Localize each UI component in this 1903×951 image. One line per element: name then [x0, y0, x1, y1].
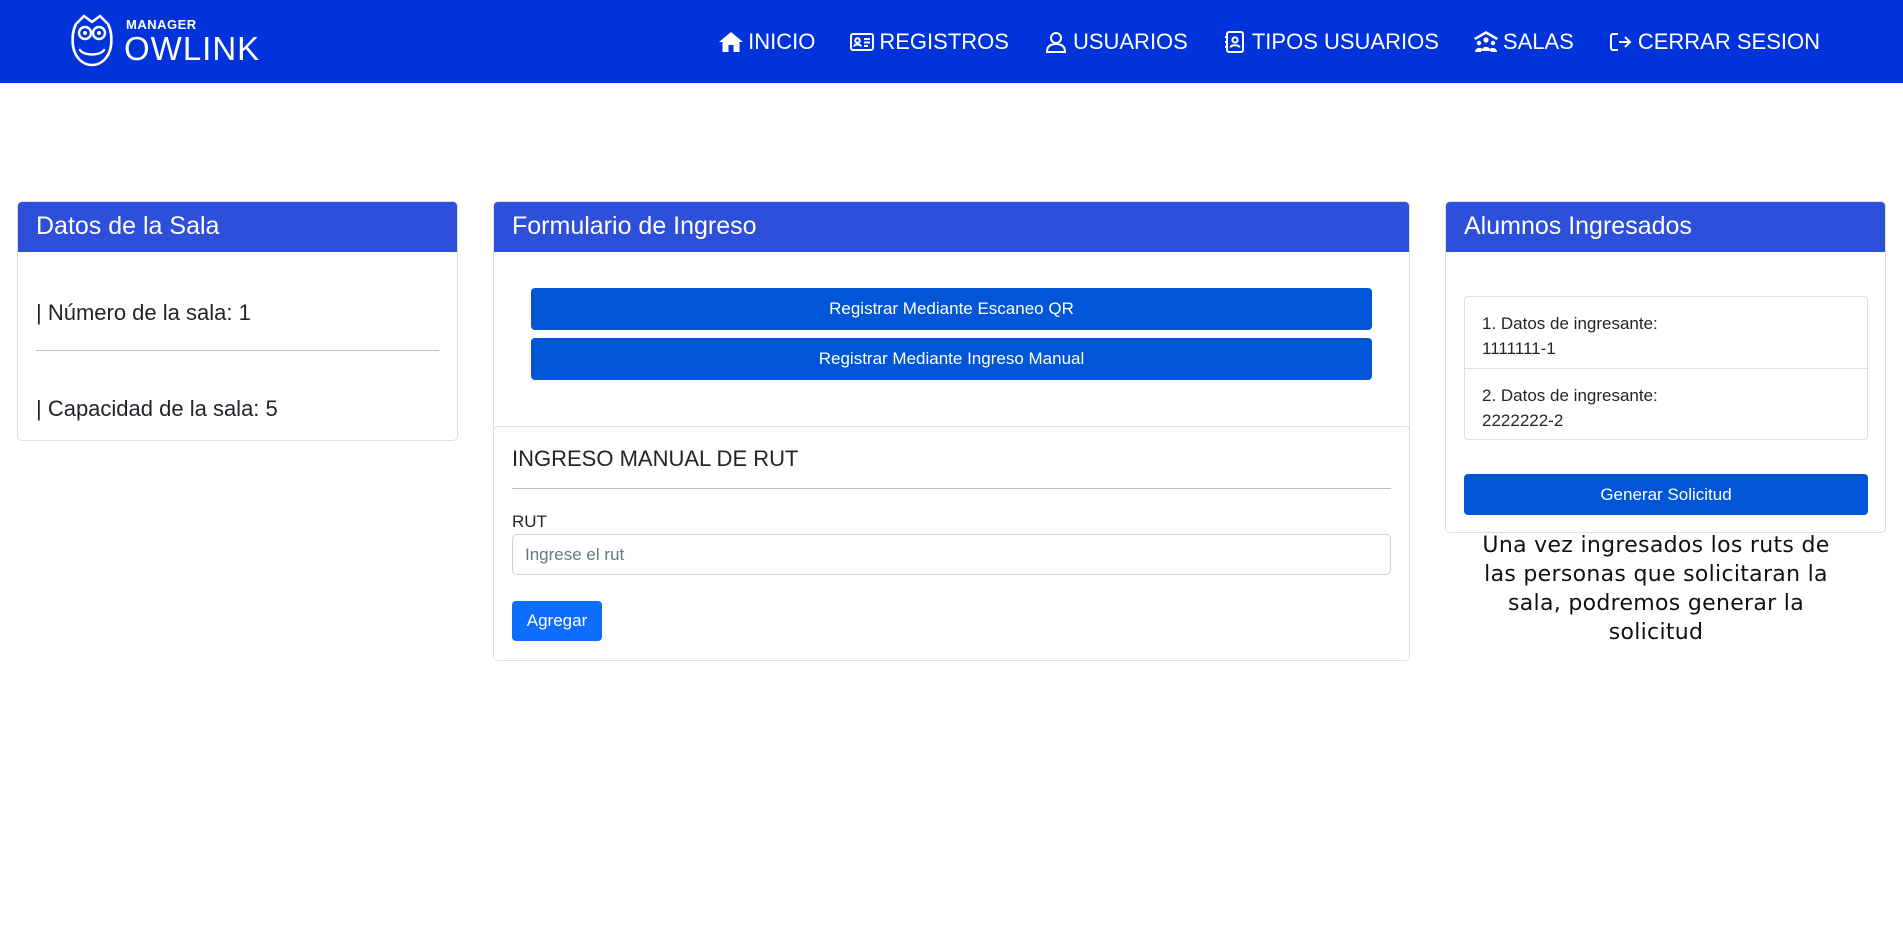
people-roof-icon [1473, 30, 1498, 52]
student-rut: 2222222-2 [1482, 411, 1564, 430]
generate-request-button[interactable]: Generar Solicitud [1464, 474, 1868, 515]
nav-item-registros[interactable]: REGISTROS [849, 29, 1009, 55]
logout-icon [1609, 32, 1632, 51]
rut-label: RUT [512, 512, 547, 531]
entry-form-card-title: Formulario de Ingreso [494, 202, 1409, 252]
room-capacity: | Capacidad de la sala: 5 [36, 396, 278, 421]
nav-label-tipos-usuarios: TIPOS USUARIOS [1251, 28, 1439, 54]
student-label: 2. Datos de ingresante: [1482, 386, 1658, 405]
rut-input[interactable] [512, 534, 1391, 575]
nav-label-cerrar-sesion: CERRAR SESION [1637, 28, 1820, 54]
entry-form-card: Formulario de Ingreso Registrar Mediante… [493, 201, 1410, 661]
contact-book-icon [1224, 30, 1244, 53]
add-button[interactable]: Agregar [512, 601, 602, 641]
main-nav: INICIO REGISTROS USUARIOS TIPOS USUARIOS… [684, 0, 1820, 83]
room-number: | Número de la sala: 1 [36, 300, 251, 325]
divider [36, 350, 439, 351]
helper-text: Una vez ingresados los ruts de las perso… [1482, 533, 1830, 645]
room-data-card-title: Datos de la Sala [18, 202, 457, 252]
nav-label-salas: SALAS [1502, 28, 1574, 54]
student-rut: 1111111-1 [1482, 339, 1556, 358]
nav-item-cerrar-sesion[interactable]: CERRAR SESION [1608, 29, 1820, 55]
registered-students-card-title: Alumnos Ingresados [1446, 202, 1885, 252]
brand-subtitle: MANAGER [126, 16, 197, 32]
home-icon [719, 31, 744, 52]
room-data-body: | Número de la sala: 1 | Capacidad de la… [18, 300, 457, 422]
user-icon [1045, 31, 1066, 53]
brand-text: MANAGER OWLINK [124, 18, 260, 65]
brand-title: OWLINK [124, 29, 261, 67]
nav-item-salas[interactable]: SALAS [1473, 29, 1574, 55]
list-item: 1. Datos de ingresante: 1111111-1 [1465, 297, 1867, 368]
room-data-card: Datos de la Sala | Número de la sala: 1 … [17, 201, 458, 441]
nav-label-usuarios: USUARIOS [1072, 28, 1188, 54]
brand-logo[interactable]: MANAGER OWLINK [70, 13, 260, 69]
nav-item-tipos-usuarios[interactable]: TIPOS USUARIOS [1222, 29, 1439, 55]
owl-icon [71, 14, 113, 67]
register-manual-button[interactable]: Registrar Mediante Ingreso Manual [531, 338, 1372, 380]
manual-entry-title: INGRESO MANUAL DE RUT [512, 446, 799, 471]
nav-item-usuarios[interactable]: USUARIOS [1043, 29, 1188, 55]
register-qr-button[interactable]: Registrar Mediante Escaneo QR [531, 288, 1372, 330]
nav-label-inicio: INICIO [748, 28, 816, 54]
student-label: 1. Datos de ingresante: [1482, 314, 1658, 333]
manual-entry-panel: INGRESO MANUAL DE RUT RUT Agregar [494, 426, 1409, 660]
top-navbar: MANAGER OWLINK INICIO REGISTROS USUARIOS… [0, 0, 1903, 83]
registered-students-card: Alumnos Ingresados 1. Datos de ingresant… [1445, 201, 1886, 533]
nav-label-registros: REGISTROS [879, 28, 1009, 54]
list-item: 2. Datos de ingresante: 2222222-2 [1465, 368, 1867, 439]
nav-item-inicio[interactable]: INICIO [718, 29, 815, 55]
id-card-icon [850, 32, 875, 51]
students-list: 1. Datos de ingresante: 1111111-1 2. Dat… [1464, 296, 1868, 440]
divider [512, 488, 1391, 489]
